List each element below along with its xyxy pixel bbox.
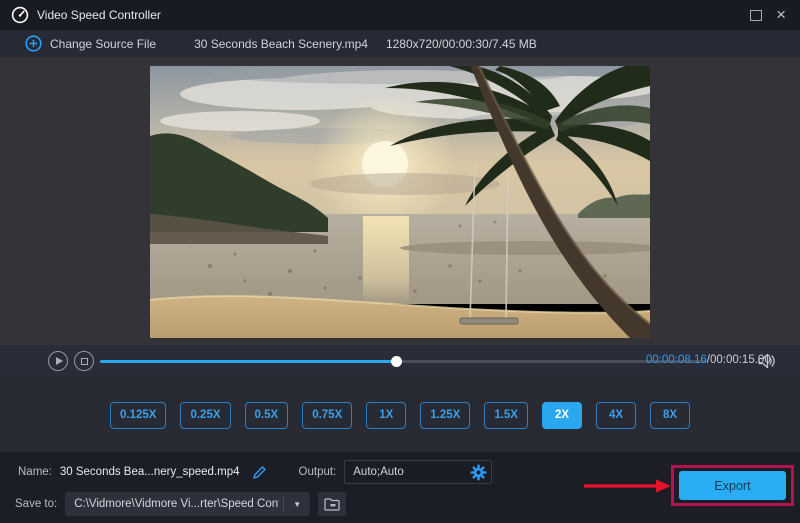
folder-icon [324,498,340,511]
speed-options: 0.125X 0.25X 0.5X 0.75X 1X 1.25X 1.5X 2X 4X 8X [0,377,800,452]
speed-button-4x[interactable]: 4X [596,402,636,429]
speed-button-2x[interactable]: 2X [542,402,582,429]
window-title: Video Speed Controller [37,8,161,22]
output-format-field[interactable]: Auto;Auto [344,460,492,484]
speed-button-1.25x[interactable]: 1.25X [420,402,470,429]
source-toolbar: Change Source File 30 Seconds Beach Scen… [0,30,800,57]
play-icon [56,357,63,365]
play-button[interactable] [48,351,68,371]
speed-button-8x[interactable]: 8X [650,402,690,429]
annotation-arrow [582,478,672,494]
progress-fill [100,360,396,363]
close-button[interactable]: × [776,8,786,22]
add-source-icon[interactable] [25,35,42,52]
source-file-name: 30 Seconds Beach Scenery.mp4 [194,37,368,51]
change-source-file-button[interactable]: Change Source File [50,37,156,51]
browse-folder-button[interactable] [318,492,346,516]
title-bar: Video Speed Controller × [0,0,800,30]
current-time: 00:00:08.16 [646,354,707,366]
speed-button-1x[interactable]: 1X [366,402,406,429]
speed-button-0.25x[interactable]: 0.25X [180,402,230,429]
speed-button-1.5x[interactable]: 1.5X [484,402,528,429]
output-format-value: Auto;Auto [353,466,404,478]
progress-slider[interactable] [100,360,706,363]
chevron-down-icon[interactable]: ▼ [284,500,310,509]
progress-thumb[interactable] [391,356,402,367]
stop-button[interactable] [74,351,94,371]
save-path-dropdown[interactable]: C:\Vidmore\Vidmore Vi...rter\Speed Contr… [65,492,310,516]
output-label: Output: [299,466,337,478]
output-file-name: 30 Seconds Bea...nery_speed.mp4 [60,466,240,478]
speed-button-0.75x[interactable]: 0.75X [302,402,352,429]
edit-name-icon[interactable] [252,465,267,480]
video-frame[interactable] [150,66,650,338]
speed-button-0.125x[interactable]: 0.125X [110,402,166,429]
speed-button-0.5x[interactable]: 0.5X [245,402,289,429]
name-label: Name: [18,466,52,478]
save-to-label: Save to: [15,498,57,510]
beach-scene [150,66,650,338]
app-logo-icon [11,6,29,24]
player-stage [0,57,800,345]
playback-controls: 00:00:08.16/00:00:15.00 [0,345,800,377]
save-path-value: C:\Vidmore\Vidmore Vi...rter\Speed Contr… [74,498,279,510]
stop-icon [81,358,88,365]
source-file-info: 1280x720/00:00:30/7.45 MB [386,37,537,51]
time-display: 00:00:08.16/00:00:15.00 [646,354,771,366]
output-settings-gear-icon[interactable] [470,464,487,481]
export-button[interactable]: Export [679,471,786,500]
volume-icon[interactable] [758,353,776,369]
export-panel: Name: 30 Seconds Bea...nery_speed.mp4 Ou… [0,452,800,523]
maximize-button[interactable] [750,10,762,21]
